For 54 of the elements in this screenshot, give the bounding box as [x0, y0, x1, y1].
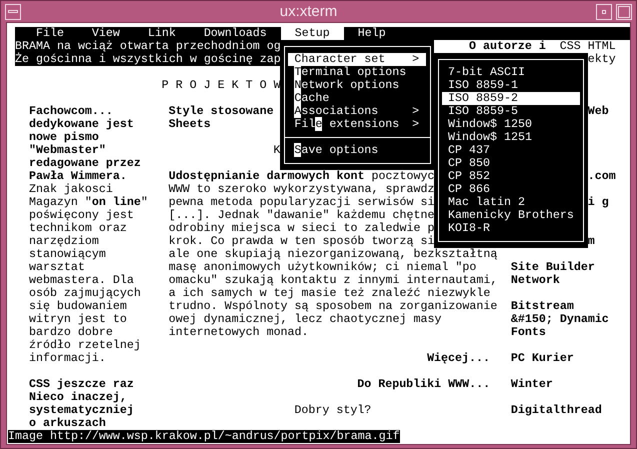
link[interactable]: Web	[588, 105, 609, 118]
link[interactable]: Nieco inaczej, systematyczniej o arkuszach	[28, 391, 134, 430]
window-title: ux:xterm	[278, 3, 338, 20]
paragraph: ale one skupiają niezorganizowaną, bezkształtną masę anonimowych użytkowników; ci niemal "po omacku" szukają kontaktu z innymi internautami, a ich samych w tej masie też znaleźć niezwykle trudno. Wspólnoty są sposobem na zorganizowanie owej dynamicznej, lecz chaotycznej masy internetowych monad.	[168, 248, 498, 339]
menu-item[interactable]: KOI8-R	[442, 222, 580, 235]
link[interactable]: Więcej...	[427, 352, 490, 365]
menu-item[interactable]: ISO 8859-1	[442, 79, 580, 92]
text: K	[273, 144, 280, 157]
link[interactable]: m	[588, 235, 595, 248]
link[interactable]: Site Builder Network	[510, 261, 595, 287]
text: CSS HTML	[560, 40, 616, 53]
menu-item[interactable]: Window$ 1251	[442, 131, 580, 144]
menu-item[interactable]: Save options	[288, 144, 426, 157]
menu-item[interactable]: CP 850	[442, 157, 580, 170]
link[interactable]: Fachowcom... dedykowane jest nowe pismo "Webmaster" redagowane przez Pawła Wimmera.	[28, 105, 141, 183]
menu-item[interactable]: CP 437	[442, 144, 580, 157]
link[interactable]: CSS jeszcze raz	[28, 378, 134, 391]
menu-item[interactable]: CP 852	[442, 170, 580, 183]
paragraph: Znak jakosci Magazyn "on line" poświęcony jest technikom oraz narzędziom stanowiącym warsztat webmastera. Dla osób zajmujących się budowaniem witryn jest to bardzo dobre źródło rzetelnej informacji.	[28, 183, 148, 365]
highlighted-link[interactable]: BRAMA na wciąż otwarta przechodniom og Że gościnna i wszystkich w gościnę zap	[14, 40, 281, 66]
text: P R O J E K T O W	[162, 79, 281, 92]
text: Dobry styl?	[294, 404, 372, 417]
menu-item[interactable]: Setup	[280, 27, 344, 40]
menu-item[interactable]: ISO 8859-5	[442, 105, 580, 118]
link[interactable]: PC Kurier	[510, 352, 574, 365]
menu-item[interactable]: Cache	[288, 92, 426, 105]
link[interactable]: Bitstream &#150; Dynamic Fonts	[510, 300, 609, 339]
menu-item[interactable]: Kamenicky Brothers	[442, 209, 580, 222]
link[interactable]: Style stosowane Sheets	[168, 105, 274, 131]
link[interactable]: O autorze i	[468, 40, 546, 53]
menu-item[interactable]: ISO 8859-2	[442, 92, 580, 105]
menu-item[interactable]: Link	[134, 27, 190, 40]
link[interactable]: Do Republiki WWW...	[357, 378, 490, 391]
link[interactable]: i g	[588, 196, 609, 209]
menu-item[interactable]: View	[78, 27, 134, 40]
minimize-button[interactable]	[596, 4, 612, 20]
menu-item[interactable]: Window$ 1250	[442, 118, 580, 131]
menu-item[interactable]: Downloads	[190, 27, 281, 40]
status-bar: Image http://www.wsp.krakow.pl/~andrus/portpix/brama.gif	[8, 430, 400, 443]
text: ekty	[588, 53, 616, 66]
menu-item[interactable]: Help	[344, 27, 400, 40]
menu-item[interactable]: File	[22, 27, 78, 40]
menu-item[interactable]: Character set >	[288, 53, 426, 66]
menu-item[interactable]: Associations >	[288, 105, 426, 118]
menu-item[interactable]: Mac latin 2	[442, 196, 580, 209]
link[interactable]: .com	[588, 170, 616, 183]
link[interactable]: Winter	[510, 378, 553, 391]
menu-item[interactable]: 7-bit ASCII	[442, 66, 580, 79]
window-menu-button[interactable]	[5, 4, 21, 20]
menu-item[interactable]: CP 866	[442, 183, 580, 196]
menu-item[interactable]: Terminal options	[288, 66, 426, 79]
maximize-button[interactable]	[616, 4, 632, 20]
link[interactable]: Digitalthread	[510, 404, 602, 417]
menu-item[interactable]: File extensions >	[288, 118, 426, 131]
